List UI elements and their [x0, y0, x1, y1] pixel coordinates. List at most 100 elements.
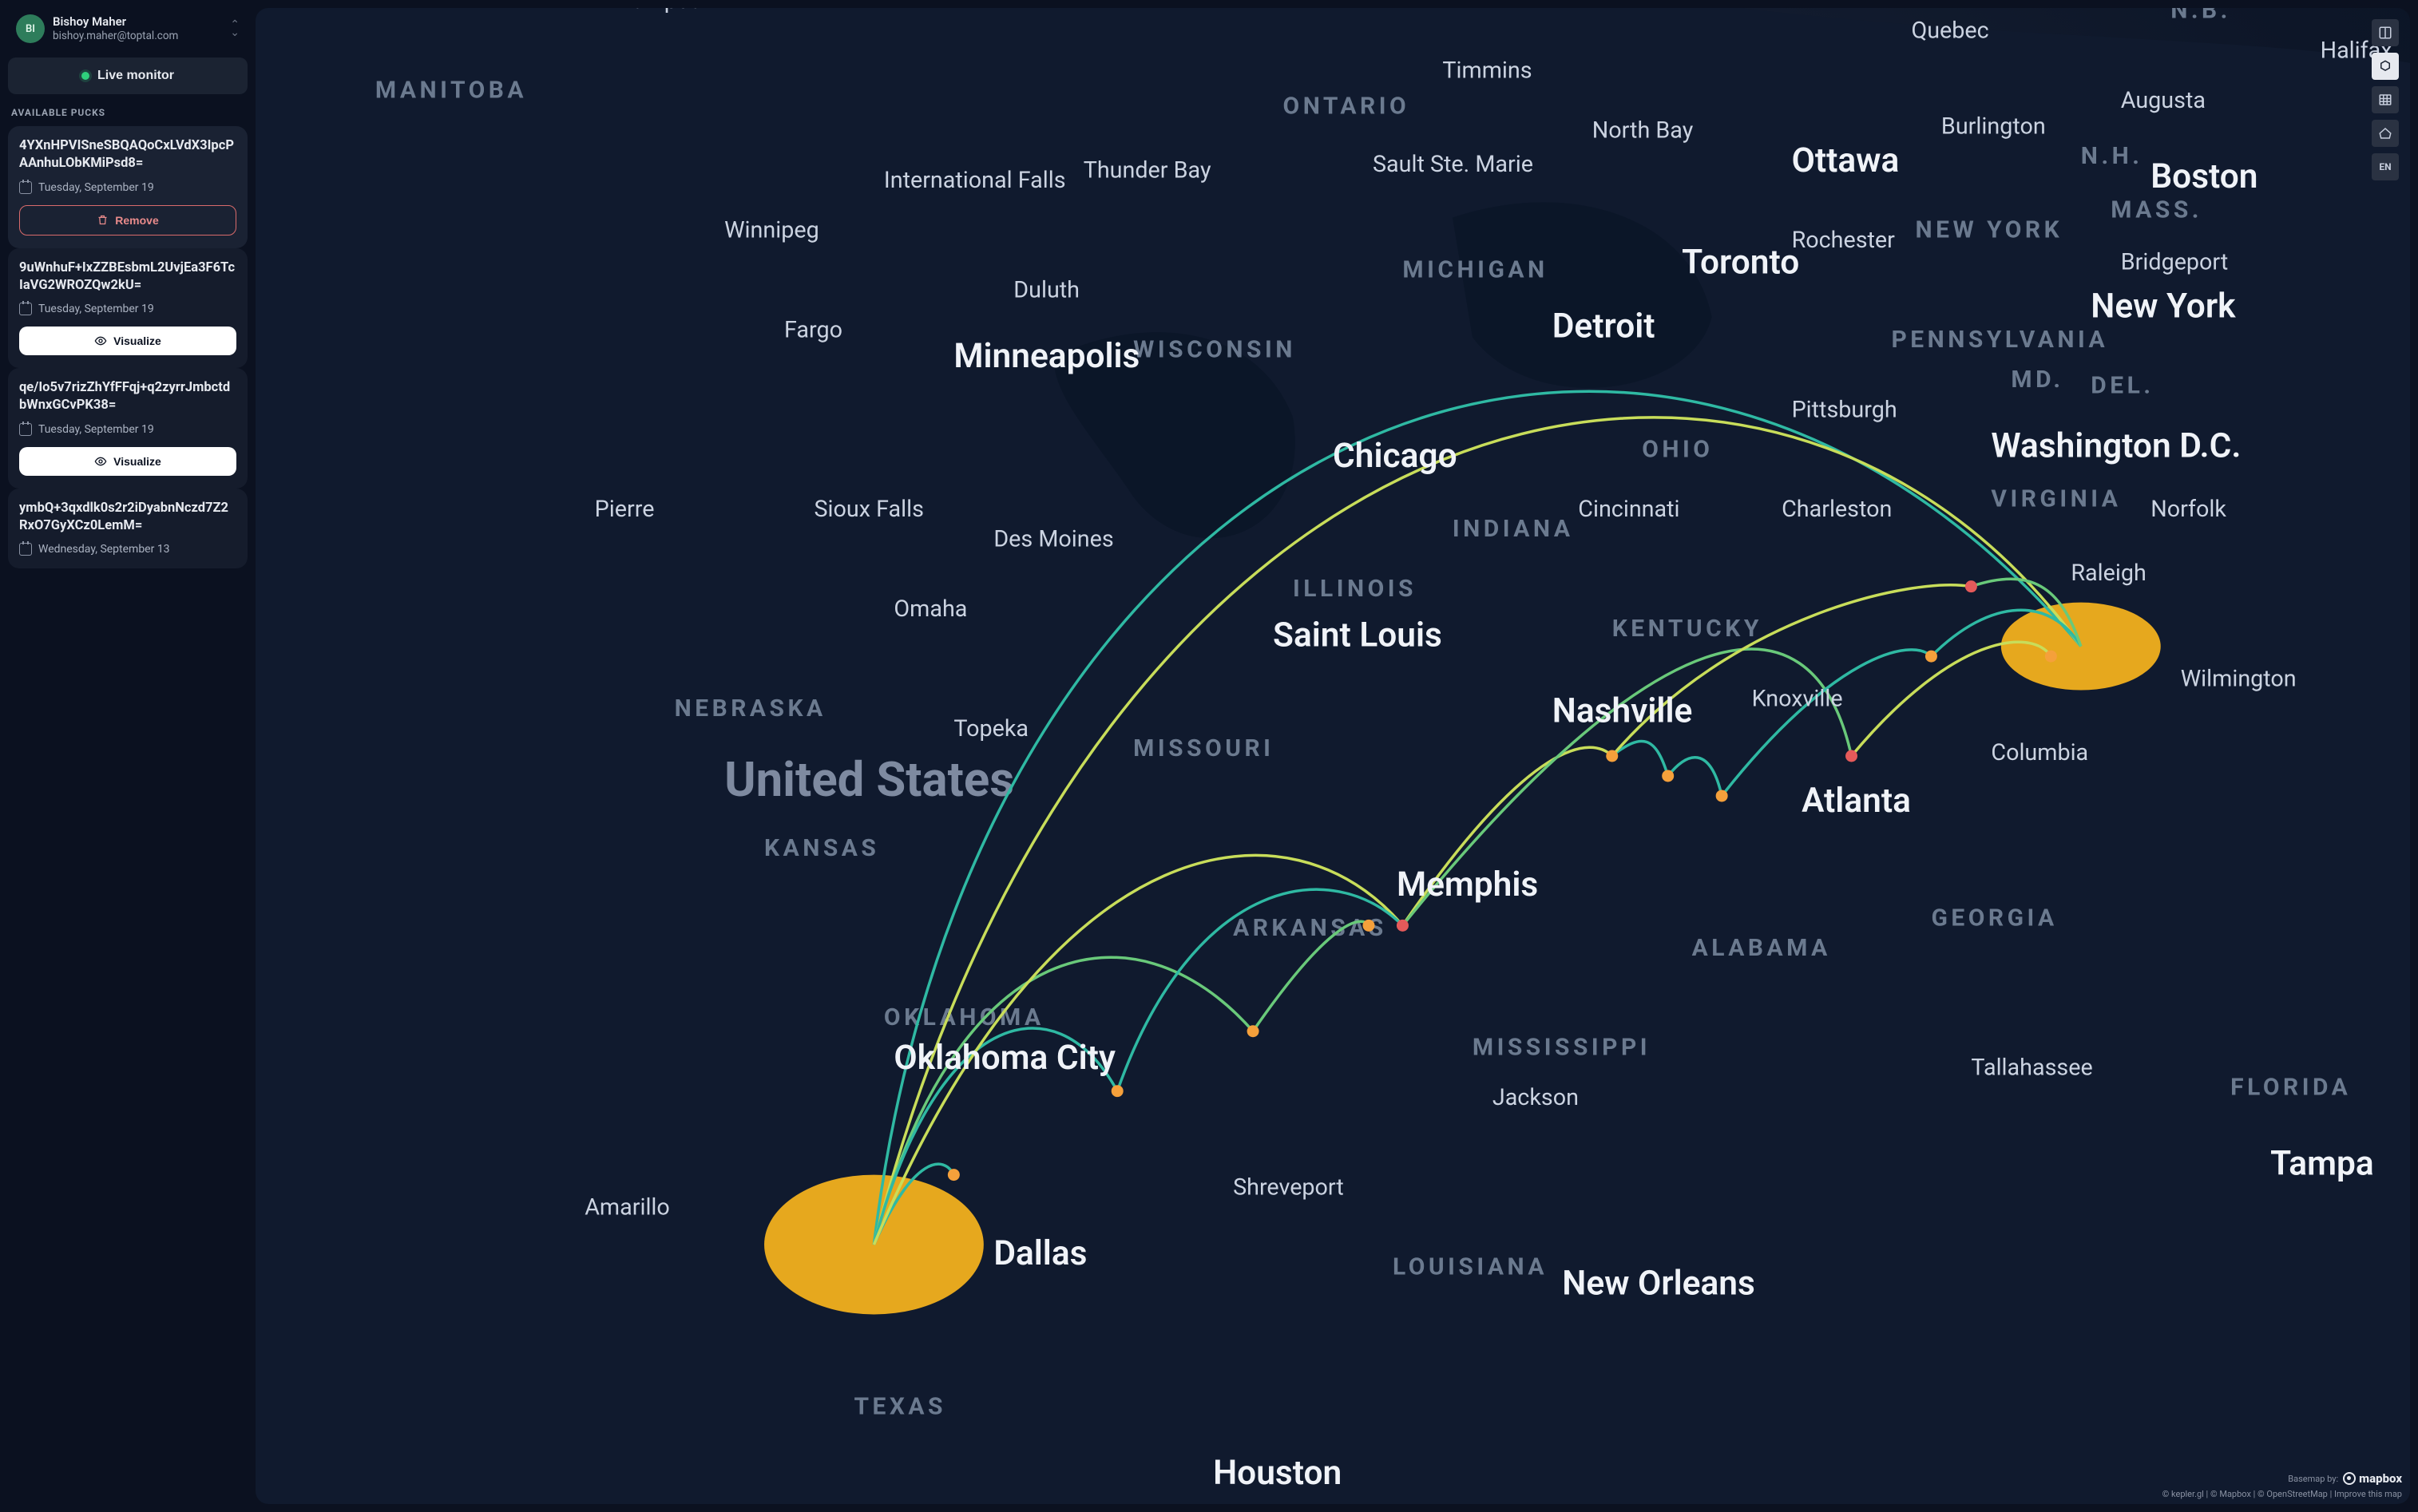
- basemap-by-label: Basemap by:: [2288, 1474, 2338, 1484]
- state-label: MASS.: [2111, 196, 2202, 224]
- live-monitor-button[interactable]: Live monitor: [8, 57, 248, 94]
- legend-button[interactable]: [2372, 120, 2399, 147]
- city-label: Quebec: [1911, 18, 1988, 45]
- city-label: Fargo: [784, 316, 842, 343]
- user-email: bishoy.maher@toptal.com: [53, 30, 222, 43]
- city-label: Houston: [1213, 1454, 1342, 1493]
- country-label: United States: [724, 751, 1014, 808]
- state-label: FLORIDA: [2230, 1074, 2351, 1102]
- arc-endpoint: [1397, 920, 1409, 932]
- city-label: North Bay: [1592, 117, 1694, 144]
- table-view-button[interactable]: [2372, 86, 2399, 113]
- state-label: MANITOBA: [375, 77, 527, 105]
- eye-icon: [94, 455, 107, 468]
- city-label: Cincinnati: [1578, 496, 1679, 523]
- arc-endpoint: [1247, 1025, 1259, 1037]
- city-label: Columbia: [1991, 739, 2088, 766]
- calendar-icon: [19, 423, 32, 436]
- puck-id: ymbQ+3qxdlk0s2r2iDyabnNczd7Z2RxO7GyXCz0L…: [19, 500, 236, 536]
- mapbox-icon: [2343, 1472, 2356, 1485]
- state-label: NEBRASKA: [675, 695, 826, 722]
- city-label: Charleston: [1782, 496, 1892, 523]
- city-label: Omaha: [894, 596, 967, 623]
- city-label: Thompson: [604, 8, 715, 14]
- state-label: LOUISIANA: [1393, 1253, 1548, 1281]
- arc-endpoint: [1716, 790, 1728, 802]
- city-label: Bridgeport: [2121, 248, 2229, 275]
- arc-endpoint: [1925, 651, 1937, 663]
- arc-endpoint: [1845, 750, 1857, 762]
- state-label: DEL.: [2091, 371, 2154, 399]
- puck-date: Tuesday, September 19: [19, 423, 236, 436]
- arc-endpoint: [948, 1169, 960, 1181]
- city-label: Tampa: [2270, 1145, 2374, 1184]
- puck-date: Wednesday, September 13: [19, 543, 236, 556]
- city-label: Minneapolis: [953, 337, 1140, 376]
- sidebar: BI Bishoy Maher bishoy.maher@toptal.com …: [0, 0, 256, 1512]
- city-label: Dallas: [993, 1234, 1087, 1273]
- state-label: N.H.: [2081, 142, 2143, 170]
- chevron-updown-icon: ⌃⌄: [230, 22, 240, 36]
- state-label: NEW YORK: [1915, 216, 2063, 243]
- remove-button[interactable]: Remove: [19, 205, 236, 236]
- puck-id: 9uWnhuF+IxZZBEsbmL2UvjEa3F6TcIaVG2WROZQw…: [19, 259, 236, 295]
- state-label: KENTUCKY: [1612, 615, 1762, 643]
- city-label: Winnipeg: [724, 216, 819, 243]
- state-label: ALABAMA: [1692, 934, 1831, 962]
- map-canvas[interactable]: › United States MANITOBAONTARIOQUÉBECN.B…: [256, 8, 2410, 1504]
- puck-card[interactable]: 9uWnhuF+IxZZBEsbmL2UvjEa3F6TcIaVG2WROZQw…: [8, 248, 248, 369]
- view-3d-button[interactable]: [2372, 53, 2399, 80]
- city-label: Rochester: [1792, 227, 1896, 254]
- live-dot-icon: [81, 72, 89, 80]
- map-toolbar: EN: [2372, 19, 2399, 180]
- user-name: Bishoy Maher: [53, 14, 222, 30]
- city-label: Duluth: [1013, 276, 1080, 303]
- city-label: Ottawa: [1792, 141, 1900, 180]
- state-label: ILLINOIS: [1293, 575, 1417, 603]
- state-label: GEORGIA: [1931, 904, 2057, 932]
- city-label: Shreveport: [1233, 1174, 1344, 1201]
- map-attribution: Basemap by: mapbox © kepler.gl | © Mapbo…: [2162, 1471, 2402, 1499]
- attribution-links[interactable]: © kepler.gl | © Mapbox | © OpenStreetMap…: [2162, 1489, 2402, 1499]
- city-label: Chicago: [1333, 437, 1457, 476]
- puck-card[interactable]: ymbQ+3qxdlk0s2r2iDyabnNczd7Z2RxO7GyXCz0L…: [8, 489, 248, 569]
- calendar-icon: [19, 303, 32, 315]
- arc-endpoint: [1112, 1085, 1124, 1097]
- puck-date: Tuesday, September 19: [19, 181, 236, 194]
- city-label: New Orleans: [1562, 1265, 1755, 1304]
- state-label: ONTARIO: [1283, 93, 1410, 121]
- city-label: Washington D.C.: [1991, 426, 2241, 465]
- puck-card[interactable]: 4YXnHPVISneSBQAQoCxLVdX3IpcPAAnhuLObKMiP…: [8, 126, 248, 248]
- visualize-button[interactable]: Visualize: [19, 327, 236, 355]
- state-label: PENNSYLVANIA: [1891, 326, 2108, 354]
- city-label: Nashville: [1552, 692, 1693, 731]
- city-label: Amarillo: [585, 1194, 670, 1221]
- puck-card[interactable]: qe/Io5v7rizZhYfFFqj+q2zyrrJmbctdbWnxGCvP…: [8, 368, 248, 489]
- live-monitor-label: Live monitor: [97, 69, 174, 83]
- state-label: MD.: [2011, 366, 2063, 394]
- split-view-button[interactable]: [2372, 19, 2399, 46]
- city-label: Wilmington: [2181, 666, 2297, 693]
- state-label: OKLAHOMA: [884, 1003, 1044, 1031]
- city-label: Augusta: [2121, 87, 2206, 114]
- state-label: N.B.: [2170, 8, 2231, 25]
- mapbox-logo: mapbox: [2343, 1471, 2402, 1486]
- state-label: MISSOURI: [1133, 734, 1274, 762]
- state-label: INDIANA: [1453, 515, 1574, 543]
- visualize-button[interactable]: Visualize: [19, 447, 236, 476]
- arc-endpoint: [1606, 750, 1618, 762]
- language-button[interactable]: EN: [2372, 153, 2399, 180]
- city-label: Jackson: [1492, 1084, 1579, 1111]
- city-label: Tallahassee: [1971, 1055, 2092, 1082]
- city-label: Austin: [993, 1503, 1092, 1504]
- city-label: Memphis: [1397, 865, 1538, 904]
- user-text: Bishoy Maher bishoy.maher@toptal.com: [53, 14, 222, 43]
- city-label: Des Moines: [993, 526, 1113, 553]
- puck-date: Tuesday, September 19: [19, 303, 236, 315]
- arc-endpoint: [2045, 651, 2057, 663]
- city-label: Sioux Falls: [814, 496, 923, 523]
- user-menu[interactable]: BI Bishoy Maher bishoy.maher@toptal.com …: [8, 8, 248, 49]
- state-label: OHIO: [1642, 435, 1713, 463]
- available-pucks-heading: AVAILABLE PUCKS: [8, 102, 248, 118]
- eye-icon: [94, 334, 107, 347]
